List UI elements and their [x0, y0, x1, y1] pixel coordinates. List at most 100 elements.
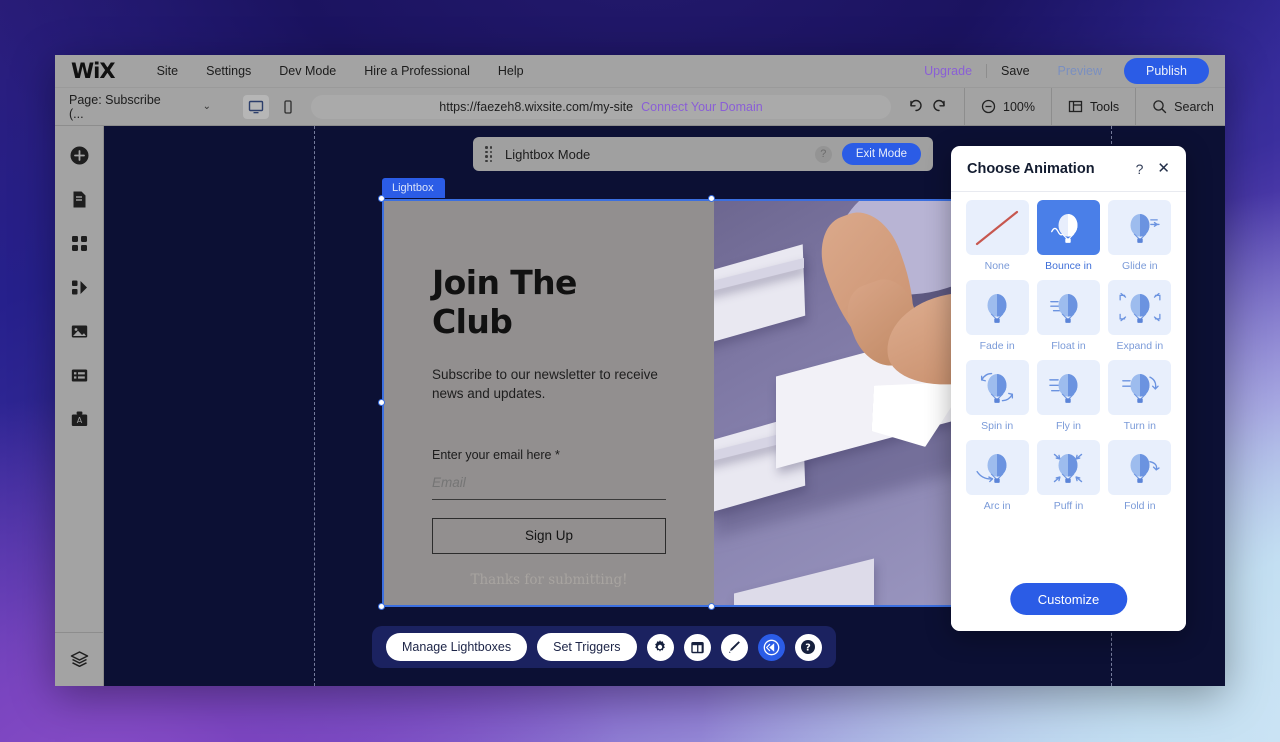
site-url-bar[interactable]: https://faezeh8.wixsite.com/my-site Conn…	[311, 94, 891, 119]
settings-button[interactable]	[646, 633, 674, 661]
help-button[interactable]: ?	[794, 633, 822, 661]
tools-panel-icon	[1068, 100, 1083, 113]
exit-mode-button[interactable]: Exit Mode	[841, 143, 921, 165]
search-control[interactable]: Search	[1135, 88, 1225, 125]
animation-option-none[interactable]: None	[965, 200, 1029, 272]
animation-option-expand-in[interactable]: Expand in	[1108, 280, 1172, 352]
sidebar-item-app-market[interactable]	[64, 228, 94, 258]
manage-lightboxes-button[interactable]: Manage Lightboxes	[386, 633, 528, 661]
redo-button[interactable]	[931, 97, 948, 117]
customize-button[interactable]: Customize	[1009, 583, 1128, 615]
save-button[interactable]: Save	[986, 64, 1044, 78]
page-selector-label: Page: Subscribe (...	[69, 92, 161, 121]
balloon-arc-icon	[965, 440, 1029, 495]
resize-handle-bc[interactable]	[708, 603, 715, 610]
menu-item-site[interactable]: Site	[143, 64, 193, 78]
animation-panel-title: Choose Animation	[967, 160, 1095, 177]
animation-option-glide-in[interactable]: Glide in	[1108, 200, 1172, 272]
layers-icon	[70, 651, 88, 668]
resize-handle-tc[interactable]	[708, 195, 715, 202]
menu-item-hire-a-professional[interactable]: Hire a Professional	[350, 64, 484, 78]
svg-text:?: ?	[805, 642, 811, 653]
email-input[interactable]	[432, 474, 666, 500]
menu-item-dev-mode[interactable]: Dev Mode	[265, 64, 350, 78]
add-plus-icon	[70, 146, 88, 164]
search-label: Search	[1174, 99, 1214, 114]
email-field-label: Enter your email here *	[432, 447, 560, 462]
zoom-out-icon	[981, 99, 996, 114]
close-x-icon[interactable]: ✕	[1157, 161, 1170, 176]
layout-button[interactable]	[683, 633, 711, 661]
resize-handle-bl[interactable]	[378, 603, 385, 610]
animation-option-spin-in[interactable]: Spin in	[965, 360, 1029, 432]
connect-domain-link[interactable]: Connect Your Domain	[641, 100, 763, 114]
left-toolbar: A	[55, 126, 104, 686]
sidebar-bottom	[55, 632, 103, 686]
database-table-icon	[71, 369, 87, 381]
svg-text:A: A	[76, 416, 82, 425]
desktop-icon	[248, 100, 264, 113]
upgrade-link[interactable]: Upgrade	[910, 64, 986, 78]
sidebar-item-content-manager[interactable]	[64, 360, 94, 390]
history-controls	[891, 88, 964, 125]
page-selector[interactable]: Page: Subscribe (... ⌄	[69, 93, 219, 121]
envelope-stack-3	[734, 558, 874, 605]
lightbox-selection-tag[interactable]: Lightbox	[382, 178, 445, 198]
sidebar-item-add-section[interactable]	[64, 272, 94, 302]
zoom-control[interactable]: 100%	[964, 88, 1051, 125]
publish-button[interactable]: Publish	[1124, 58, 1209, 84]
wix-logo[interactable]: WiX	[71, 59, 116, 83]
animation-option-bounce-in[interactable]: Bounce in	[1036, 200, 1100, 272]
animation-button[interactable]	[757, 633, 785, 661]
none-slash-icon	[965, 200, 1029, 255]
animation-options-scroll[interactable]: None Bounce in Glide in Fade in Float in Expa…	[951, 192, 1186, 631]
drag-dots-icon[interactable]	[485, 146, 495, 162]
mobile-view-button[interactable]	[275, 95, 301, 119]
tools-menu[interactable]: Tools	[1050, 88, 1135, 125]
sidebar-item-my-media[interactable]	[64, 316, 94, 346]
pages-document-icon	[73, 191, 85, 207]
sign-up-button[interactable]: Sign Up	[432, 517, 666, 554]
sidebar-item-add-elements[interactable]	[64, 140, 94, 170]
animation-panel-header: Choose Animation ? ✕	[951, 146, 1186, 192]
animation-option-puff-in[interactable]: Puff in	[1036, 440, 1100, 512]
desktop-view-button[interactable]	[243, 94, 269, 119]
animation-option-fly-in[interactable]: Fly in	[1036, 360, 1100, 432]
menu-item-settings[interactable]: Settings	[192, 64, 265, 78]
question-mark-icon[interactable]: ?	[1136, 161, 1144, 177]
menu-item-help[interactable]: Help	[484, 64, 538, 78]
subscribe-form: Join The Club Subscribe to our newslette…	[384, 201, 714, 605]
sidebar-item-layers[interactable]	[64, 645, 94, 675]
animation-icon	[763, 639, 779, 655]
animation-option-float-in[interactable]: Float in	[1036, 280, 1100, 352]
resize-handle-tl[interactable]	[378, 195, 385, 202]
undo-button[interactable]	[907, 97, 924, 117]
mobile-icon	[284, 99, 292, 114]
design-button[interactable]	[720, 633, 748, 661]
animation-option-arc-in[interactable]: Arc in	[965, 440, 1029, 512]
animation-option-turn-in[interactable]: Turn in	[1108, 360, 1172, 432]
set-triggers-button[interactable]: Set Triggers	[537, 633, 637, 661]
balloon-bounce-icon	[1036, 200, 1100, 255]
animation-option-label: Puff in	[1053, 500, 1084, 512]
lightbox-content: Join The Club Subscribe to our newslette…	[384, 201, 998, 605]
lightbox-component[interactable]: Join The Club Subscribe to our newslette…	[382, 199, 1000, 607]
balloon-fly-icon	[1036, 360, 1100, 415]
animation-option-fade-in[interactable]: Fade in	[965, 280, 1029, 352]
device-switcher	[243, 94, 301, 119]
thanks-message: Thanks for submitting!	[470, 571, 628, 588]
animation-option-label: Fly in	[1055, 420, 1082, 432]
sidebar-item-site-pages[interactable]	[64, 184, 94, 214]
zoom-level: 100%	[1003, 99, 1035, 114]
animation-option-label: Expand in	[1116, 340, 1164, 352]
resize-handle-ml[interactable]	[378, 399, 385, 406]
add-section-icon	[71, 280, 87, 294]
animation-option-fold-in[interactable]: Fold in	[1108, 440, 1172, 512]
preview-button[interactable]: Preview	[1044, 64, 1116, 78]
top-bar-actions: Upgrade Save Preview Publish	[910, 58, 1209, 84]
question-mark-icon[interactable]: ?	[814, 145, 832, 163]
lightbox-toolbar: Manage Lightboxes Set Triggers ?	[372, 626, 836, 668]
blog-briefcase-icon: A	[71, 411, 87, 426]
animation-options-grid: None Bounce in Glide in Fade in Float in Expa…	[965, 200, 1172, 512]
sidebar-item-business-tools[interactable]: A	[64, 404, 94, 434]
